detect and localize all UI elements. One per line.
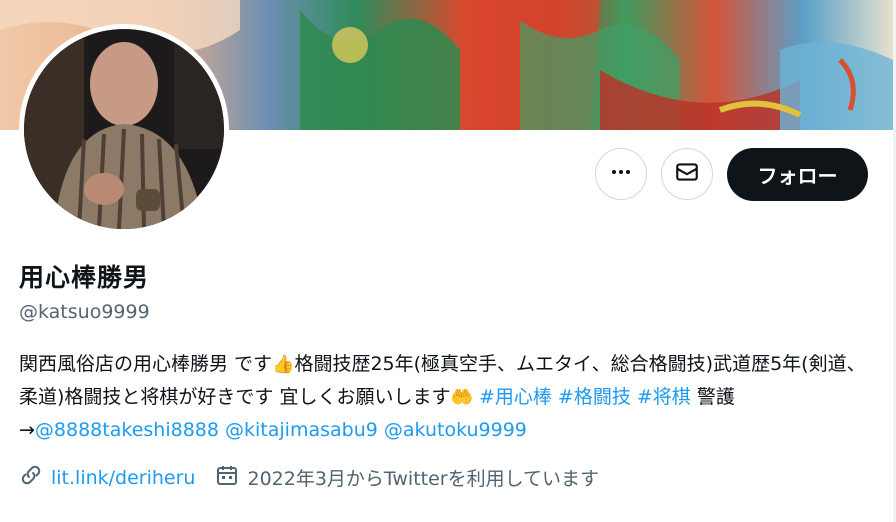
palms-up-emoji: 🤲	[450, 387, 473, 408]
username-handle: @katsuo9999	[19, 301, 150, 323]
website-item[interactable]: lit.link/deriheru	[19, 463, 195, 492]
calendar-icon	[215, 463, 247, 492]
display-name: 用心棒勝男	[19, 263, 150, 292]
bio-text: 関西風俗店の用心棒勝男 です	[19, 353, 273, 375]
link-icon	[19, 463, 51, 492]
profile-bio: 関西風俗店の用心棒勝男 です👍格闘技歴25年(極真空手、ムエタイ、総合格闘技)武…	[19, 348, 879, 446]
joined-item: 2022年3月からTwitterを利用しています	[215, 463, 599, 492]
envelope-icon	[674, 159, 700, 189]
more-options-button[interactable]	[595, 148, 647, 200]
avatar[interactable]	[19, 24, 229, 234]
message-button[interactable]	[661, 148, 713, 200]
thumbs-up-emoji: 👍	[272, 354, 295, 375]
follow-button[interactable]: フォロー	[727, 148, 868, 201]
hashtag-link[interactable]: #将棋	[637, 386, 691, 408]
hashtag-link[interactable]: #格闘技	[558, 386, 631, 408]
more-horizontal-icon	[609, 160, 633, 188]
mention-link[interactable]: @8888takeshi8888	[35, 419, 219, 441]
mention-link[interactable]: @kitajimasabu9	[225, 419, 378, 441]
website-link[interactable]: lit.link/deriheru	[51, 467, 195, 489]
profile-meta: lit.link/deriheru 2022年3月からTwitterを利用してい…	[19, 463, 619, 492]
hashtag-link[interactable]: #用心棒	[479, 386, 552, 408]
mention-link[interactable]: @akutoku9999	[384, 419, 527, 441]
joined-date: 2022年3月からTwitterを利用しています	[247, 468, 600, 490]
